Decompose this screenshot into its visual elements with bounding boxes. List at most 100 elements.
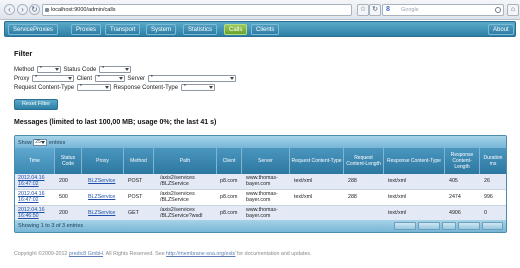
tab-calls[interactable]: Calls bbox=[224, 24, 248, 35]
row-client: p8.com bbox=[220, 194, 238, 200]
filter-row-1: Method * Status Code * bbox=[14, 66, 132, 73]
row-time[interactable]: 16:47:02 bbox=[18, 181, 39, 187]
last-page-button[interactable] bbox=[482, 222, 503, 230]
col-request-content-length[interactable]: Request Content-Length bbox=[344, 148, 384, 174]
col-request-content-type[interactable]: Request Content-Type bbox=[290, 148, 344, 174]
table-footer: Showing 1 to 3 of 3 entries bbox=[15, 220, 506, 232]
row-proxy[interactable]: BLZService bbox=[88, 210, 115, 216]
row-path-cont: /BLZService bbox=[160, 181, 189, 187]
row-response-ct: text/xml bbox=[388, 194, 407, 200]
request-content-type-label: Request Content-Type bbox=[14, 85, 75, 92]
row-time[interactable]: 16:47:02 bbox=[18, 197, 39, 203]
request-content-type-select[interactable]: * bbox=[76, 84, 111, 91]
about-link[interactable]: About bbox=[488, 24, 514, 35]
row-method: GET bbox=[128, 210, 139, 216]
reset-filter-button[interactable]: Reset Filter bbox=[14, 99, 58, 110]
server-select[interactable]: * bbox=[147, 75, 236, 82]
table-row[interactable]: 2012.04.16 16:47:02 500 BLZService POST … bbox=[15, 190, 506, 206]
search-icon[interactable] bbox=[495, 7, 501, 13]
row-server-cont: bayer.com bbox=[246, 213, 271, 219]
tab-transport[interactable]: Transport bbox=[105, 24, 141, 35]
col-status-code[interactable]: Status Code bbox=[55, 148, 82, 174]
tab-serviceproxies[interactable]: ServiceProxies bbox=[8, 24, 59, 35]
filter-heading: Filter bbox=[14, 49, 33, 58]
filter-row-2: Proxy * Client * Server * bbox=[14, 75, 237, 82]
col-path[interactable]: Path bbox=[154, 148, 217, 174]
col-proxy[interactable]: Proxy bbox=[82, 148, 124, 174]
copyright-text: Copyright ©2009-2012 bbox=[14, 251, 68, 257]
row-method: POST bbox=[128, 178, 143, 184]
footer-suffix: for documentation and updates. bbox=[237, 251, 312, 257]
col-response-content-length[interactable]: Response Content-Length bbox=[445, 148, 480, 174]
show-entries: Show 25 entries bbox=[18, 139, 65, 146]
proxy-label: Proxy bbox=[14, 76, 30, 83]
search-box[interactable]: 8 Google bbox=[382, 4, 504, 16]
google-icon: 8 bbox=[386, 6, 390, 13]
client-select[interactable]: * bbox=[94, 75, 125, 82]
client-label: Client bbox=[76, 76, 93, 83]
row-status: 500 bbox=[59, 194, 68, 200]
row-client: p8.com bbox=[220, 178, 238, 184]
page-1-button[interactable] bbox=[442, 222, 456, 230]
address-text: localhost:9000/admin/calls bbox=[51, 7, 116, 13]
row-server-cont: bayer.com bbox=[246, 181, 271, 187]
row-response-ct: text/xml bbox=[388, 178, 407, 184]
row-status: 200 bbox=[59, 178, 68, 184]
col-time[interactable]: Time bbox=[15, 148, 55, 174]
row-duration: 26 bbox=[484, 178, 490, 184]
row-time[interactable]: 16:46:50 bbox=[18, 213, 39, 219]
tab-clients[interactable]: Clients bbox=[251, 24, 280, 35]
response-content-type-label: Response Content-Type bbox=[113, 85, 179, 92]
method-label: Method bbox=[14, 67, 35, 74]
showing-entries: Showing 1 to 3 of 3 entries bbox=[18, 223, 84, 229]
row-proxy[interactable]: BLZService bbox=[88, 178, 115, 184]
docs-link[interactable]: http://membrane-soa.org/esb/ bbox=[166, 251, 235, 257]
table-row[interactable]: 2012.04.16 16:47:02 200 BLZService POST … bbox=[15, 174, 506, 190]
address-bar[interactable]: localhost:9000/admin/calls bbox=[42, 4, 352, 16]
col-method[interactable]: Method bbox=[124, 148, 154, 174]
col-client[interactable]: Client bbox=[217, 148, 242, 174]
first-page-button[interactable] bbox=[394, 222, 416, 230]
previous-page-button[interactable] bbox=[418, 222, 440, 230]
messages-heading: Messages (limited to last 100,00 MB; usa… bbox=[14, 119, 217, 126]
reload-icon[interactable]: ↻ bbox=[29, 4, 40, 15]
row-duration: 0 bbox=[484, 210, 487, 216]
next-page-button[interactable] bbox=[458, 222, 480, 230]
proxy-select[interactable]: * bbox=[32, 75, 75, 82]
response-content-type-select[interactable]: * bbox=[180, 84, 215, 91]
home-icon[interactable]: ⌂ bbox=[507, 4, 519, 16]
messages-table-panel: Show 25 entries Time Status Code Proxy M… bbox=[14, 135, 507, 233]
tab-system[interactable]: System bbox=[146, 24, 177, 35]
row-request-length: 288 bbox=[348, 178, 357, 184]
forward-icon[interactable]: › bbox=[17, 4, 28, 15]
col-server[interactable]: Server bbox=[242, 148, 290, 174]
back-icon[interactable]: ‹ bbox=[4, 4, 15, 15]
row-request-ct: text/xml bbox=[294, 194, 313, 200]
tab-statistics[interactable]: Statistics bbox=[183, 24, 218, 35]
main-nav: ServiceProxies Proxies Transport System … bbox=[4, 21, 516, 37]
page-size-select[interactable]: 25 bbox=[33, 139, 48, 146]
row-duration: 996 bbox=[484, 194, 493, 200]
tab-proxies[interactable]: Proxies bbox=[71, 24, 102, 35]
row-server-cont: bayer.com bbox=[246, 197, 271, 203]
method-select[interactable]: * bbox=[36, 66, 61, 73]
col-response-content-type[interactable]: Response Content-Type bbox=[384, 148, 445, 174]
row-request-ct: text/xml bbox=[294, 178, 313, 184]
show-label: Show bbox=[18, 139, 32, 146]
status-code-select[interactable]: * bbox=[99, 66, 132, 73]
table-header: Time Status Code Proxy Method Path Clien… bbox=[15, 148, 506, 174]
row-proxy[interactable]: BLZService bbox=[88, 194, 115, 200]
company-link[interactable]: predic8 GmbH bbox=[69, 251, 103, 257]
row-response-length: 4906 bbox=[449, 210, 461, 216]
row-path-cont: /BLZService?wsdl bbox=[160, 213, 203, 219]
row-status: 200 bbox=[59, 210, 68, 216]
page-icon bbox=[45, 8, 49, 12]
filter-row-3: Request Content-Type * Response Content-… bbox=[14, 84, 216, 91]
server-label: Server bbox=[127, 76, 146, 83]
col-duration[interactable]: Duration ms bbox=[480, 148, 506, 174]
refresh-icon[interactable]: ↻ bbox=[369, 4, 381, 16]
star-icon[interactable]: ☆ bbox=[357, 4, 369, 16]
row-response-ct: text/xml bbox=[388, 210, 407, 216]
entries-label: entries bbox=[48, 139, 66, 146]
browser-toolbar: ‹ › ↻ localhost:9000/admin/calls ☆ ↻ 8 G… bbox=[0, 0, 520, 20]
